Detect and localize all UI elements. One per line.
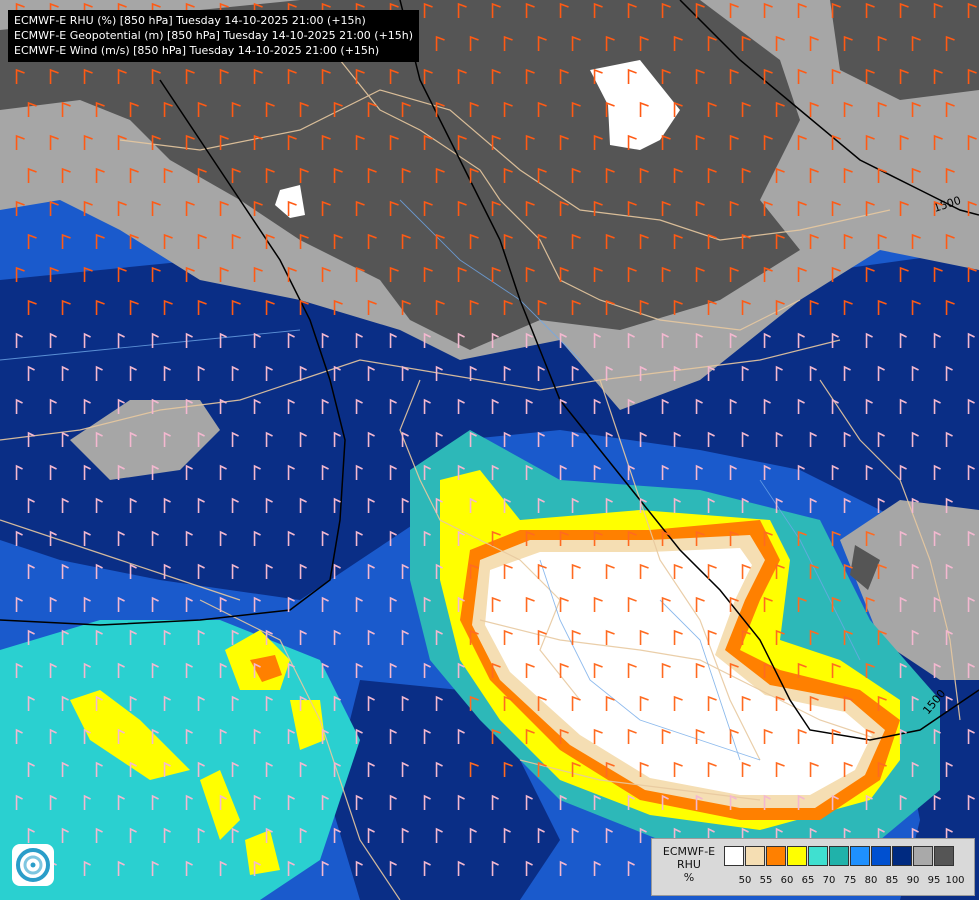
legend-tick-label: 90 (906, 875, 920, 886)
legend-tick-label: 95 (927, 875, 941, 886)
legend-swatch (871, 846, 891, 866)
weather-map: 1500 1500 (0, 0, 979, 900)
title-rhu: ECMWF-E RHU (%) [850 hPa] Tuesday 14-10-… (14, 14, 366, 27)
legend-swatches (724, 846, 955, 866)
legend-swatch (913, 846, 933, 866)
legend-swatch (892, 846, 912, 866)
legend-swatch (766, 846, 786, 866)
legend-tick-label: 85 (885, 875, 899, 886)
ecmwf-logo-icon (12, 844, 54, 886)
legend-tick-label: 75 (843, 875, 857, 886)
legend-swatch (808, 846, 828, 866)
title-geopotential: ECMWF-E Geopotential (m) [850 hPa] Tuesd… (14, 29, 414, 42)
legend-tick-label: 55 (759, 875, 773, 886)
title-wind: ECMWF-E Wind (m/s) [850 hPa] Tuesday 14-… (14, 44, 380, 57)
legend-tick-label: 65 (801, 875, 815, 886)
legend-swatch (787, 846, 807, 866)
legend-tick-label: 100 (945, 875, 965, 886)
legend-swatch (934, 846, 954, 866)
legend-swatch (829, 846, 849, 866)
legend-variable: RHU (677, 858, 701, 871)
legend-swatch (850, 846, 870, 866)
legend-model: ECMWF-E (662, 845, 716, 858)
legend-tick-label: 80 (864, 875, 878, 886)
legend-swatch (724, 846, 744, 866)
legend-swatch (745, 846, 765, 866)
legend-tick-label: 60 (780, 875, 794, 886)
legend-tick-label: 50 (738, 875, 752, 886)
legend-unit: % (683, 871, 695, 884)
legend-tick-label: 70 (822, 875, 836, 886)
legend: ECMWF-E RHU % 50 55 60 65 70 75 80 85 90 95 100 (651, 838, 975, 896)
map-title-box: ECMWF-E RHU (%) [850 hPa] Tuesday 14-10-… (8, 10, 420, 62)
legend-ticks: 50 55 60 65 70 75 80 85 90 95 100 (724, 875, 976, 889)
